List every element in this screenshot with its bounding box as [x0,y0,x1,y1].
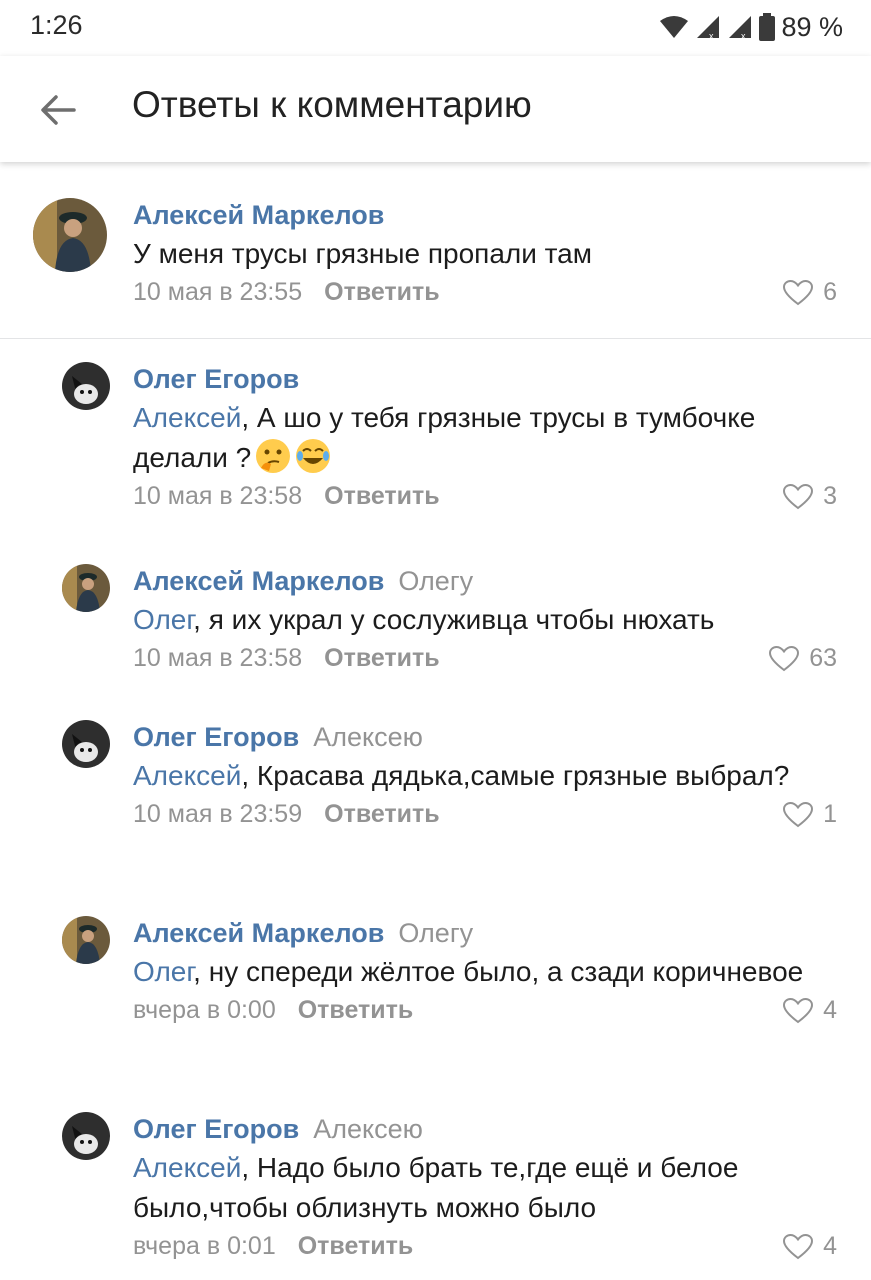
avatar[interactable] [33,198,107,272]
comment-time: 10 мая в 23:55 [133,278,303,306]
avatar[interactable] [62,720,110,768]
comment-time: 10 мая в 23:59 [133,800,303,828]
mention-link[interactable]: Алексей [133,402,241,433]
status-time: 1:26 [30,10,83,40]
heart-outline-icon [769,645,800,671]
comment-text: Алексей, Красава дядька,самые грязные вы… [133,760,790,791]
reply-button[interactable]: Ответить [298,1232,414,1260]
svg-text:x: x [741,31,746,40]
battery-icon [759,13,776,41]
heart-outline-icon [783,483,814,509]
comment-text: Алексей, Надо было брать те,где ещё и бе… [133,1152,739,1223]
like-button[interactable]: 63 [769,644,837,673]
comment-text: Алексей, А шо у тебя грязные трусы в тум… [133,402,756,473]
like-count: 63 [809,644,837,672]
author-name[interactable]: Алексей Маркелов [133,918,384,948]
like-button[interactable]: 1 [783,800,837,829]
comment-meta: 10 мая в 23:58 Ответить 63 [133,644,837,678]
like-button[interactable]: 4 [783,1232,837,1261]
heart-outline-icon [783,1233,814,1259]
page-title: Ответы к комментарию [132,84,532,125]
app-header: Ответы к комментарию [0,56,871,162]
reply-button[interactable]: Ответить [298,996,414,1024]
signal-icon-2: x [729,16,752,40]
reply-to[interactable]: Алексею [313,1114,423,1144]
comment-meta: вчера в 0:01 Ответить 4 [133,1232,837,1266]
author-name[interactable]: Олег Егоров [133,722,299,752]
thinking-face-icon [256,439,291,473]
reply-to[interactable]: Олегу [398,918,473,948]
like-button[interactable]: 3 [783,482,837,511]
reply-button[interactable]: Ответить [324,800,440,828]
arrow-left-icon[interactable] [38,90,78,130]
mention-link[interactable]: Алексей [133,1152,241,1183]
signal-icon: x [697,16,720,40]
like-count: 4 [823,1232,837,1260]
wifi-icon [660,16,689,38]
reply-button[interactable]: Ответить [324,644,440,672]
status-bar: 1:26 x x 89 % [0,0,871,56]
avatar[interactable] [62,1112,110,1160]
comment-text: Олег, я их украл у сослуживца чтобы нюха… [133,604,715,635]
like-count: 4 [823,996,837,1024]
mention-link[interactable]: Олег [133,604,193,635]
mention-link[interactable]: Олег [133,956,193,987]
like-count: 3 [823,482,837,510]
comment-time: 10 мая в 23:58 [133,482,303,510]
like-button[interactable]: 6 [783,278,837,307]
avatar[interactable] [62,916,110,964]
author-name[interactable]: Олег Егоров [133,1114,299,1144]
heart-outline-icon [783,997,814,1023]
battery-percent: 89 % [781,11,843,42]
comment-meta: 10 мая в 23:58 Ответить 3 [133,482,837,516]
author-name[interactable]: Олег Егоров [133,364,299,394]
comment-meta: 10 мая в 23:59 Ответить 1 [133,800,837,834]
comment-time: вчера в 0:01 [133,1232,276,1260]
like-count: 1 [823,800,837,828]
comment-time: вчера в 0:00 [133,996,276,1024]
author-name[interactable]: Алексей Маркелов [133,566,384,596]
heart-outline-icon [783,801,814,827]
reply-button[interactable]: Ответить [324,482,440,510]
reply-to[interactable]: Алексею [313,722,423,752]
like-count: 6 [823,278,837,306]
author-name[interactable]: Алексей Маркелов [133,200,384,230]
divider [0,338,871,339]
avatar[interactable] [62,564,110,612]
tears-of-joy-icon [296,439,331,473]
comment-meta: 10 мая в 23:55 Ответить 6 [133,278,837,312]
reply-button[interactable]: Ответить [324,278,440,306]
reply-to[interactable]: Олегу [398,566,473,596]
heart-outline-icon [783,279,814,305]
avatar[interactable] [62,362,110,410]
like-button[interactable]: 4 [783,996,837,1025]
mention-link[interactable]: Алексей [133,760,241,791]
comment-text: Олег, ну спереди жёлтое было, а сзади ко… [133,956,804,987]
comment-meta: вчера в 0:00 Ответить 4 [133,996,837,1030]
svg-text:x: x [709,31,714,40]
comment-time: 10 мая в 23:58 [133,644,303,672]
comment-text: У меня трусы грязные пропали там [133,238,593,269]
